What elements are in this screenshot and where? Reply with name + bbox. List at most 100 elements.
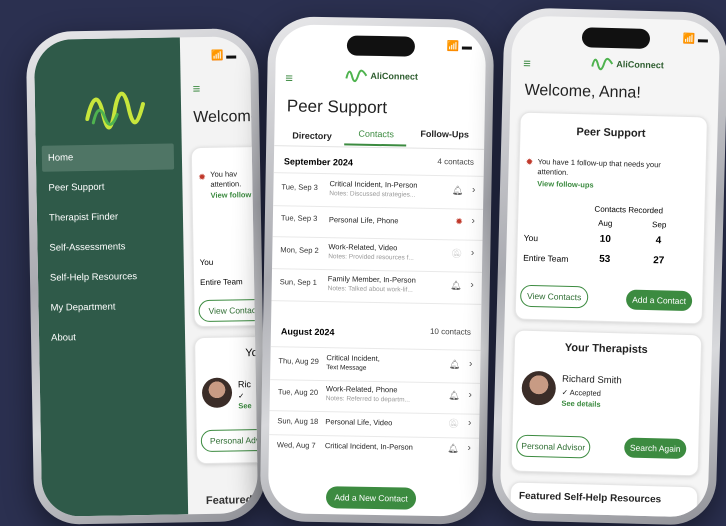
contact-note: Notes: Talked about work-lif... — [327, 285, 413, 294]
tab-directory[interactable]: Directory — [292, 131, 332, 142]
personal-advisor-button[interactable]: Personal Advisor — [515, 434, 591, 459]
contact-title: Work-Related, Video — [328, 242, 398, 253]
team-label: Entire Team — [523, 252, 569, 264]
background-card-2: Yo Ric ✓ See Personal Advisor — [194, 335, 259, 465]
contact-title: Personal Life, Video — [325, 417, 393, 428]
list-item[interactable]: Tue, Aug 20 Work-Related, Phone Notes: R… — [269, 378, 481, 415]
list-item[interactable]: Mon, Sep 2 Work-Related, Video Notes: Pr… — [272, 236, 483, 273]
status-icons: 📶 ▬ — [682, 33, 709, 46]
featured-title: Featured Self-Help Resources — [518, 490, 662, 506]
background-card: ✹ You hav attention. View follow You Ent… — [190, 145, 259, 328]
phone-middle: 📶 ▬ ≡ AliConnect Peer Support Directory … — [259, 16, 495, 525]
therapists-title: Your Therapists — [564, 341, 648, 357]
side-menu: Home Peer Support Therapist Finder Self-… — [33, 37, 189, 517]
bell-off-icon: 🔕︎ — [447, 418, 460, 429]
chevron-right-icon: › — [467, 442, 472, 454]
bell-icon: 🔔︎ — [447, 443, 459, 454]
contact-date: Wed, Aug 7 — [276, 440, 316, 450]
chevron-right-icon: › — [470, 247, 475, 259]
team-label: Entire Team — [200, 277, 243, 288]
menu-icon[interactable]: ≡ — [523, 56, 531, 71]
view-followups-link[interactable]: View follow — [211, 190, 252, 200]
contact-title: Critical Incident, — [326, 353, 380, 364]
menu-item-my-department[interactable]: My Department — [50, 302, 115, 314]
dynamic-island — [581, 27, 651, 49]
bell-icon: 🔔︎ — [448, 359, 461, 370]
team-sep-value: 27 — [653, 255, 665, 267]
you-label: You — [199, 257, 214, 268]
menu-item-self-help-resources[interactable]: Self-Help Resources — [50, 271, 137, 284]
contact-title: Family Member, In-Person — [327, 274, 416, 285]
section-september: September 2024 4 contacts Tue, Sep 3 Cri… — [271, 150, 484, 305]
alarm-icon: ✹ — [455, 216, 463, 227]
contact-date: Tue, Aug 20 — [277, 387, 319, 397]
contact-title: Personal Life, Phone — [328, 215, 399, 226]
phone-middle-screen: 📶 ▬ ≡ AliConnect Peer Support Directory … — [267, 24, 487, 517]
alert-text-2: attention. — [537, 167, 569, 177]
page-title: Peer Support — [286, 96, 388, 118]
therapists-card: Your Therapists Richard Smith ✓ Accepted… — [510, 329, 703, 477]
you-sep-value: 4 — [655, 235, 662, 247]
menu-item-about[interactable]: About — [51, 332, 76, 343]
avatar — [201, 377, 233, 409]
section-month: September 2024 — [283, 156, 354, 168]
alert-text-2: attention. — [210, 179, 242, 189]
contact-note: Notes: Discussed strategies... — [329, 190, 416, 199]
view-contacts-button[interactable]: View Contacts — [198, 298, 259, 323]
alert-icon: ✹ — [198, 171, 206, 183]
bell-icon: 🔔︎ — [450, 280, 462, 291]
chevron-right-icon: › — [467, 417, 472, 429]
list-item[interactable]: Wed, Aug 7 Critical Incident, In-Person … — [269, 434, 480, 470]
therapist-name: Richard Smith — [561, 373, 622, 387]
status-icons: 📶 ▬ — [446, 41, 473, 53]
add-new-contact-button[interactable]: Add a New Contact — [325, 486, 417, 510]
see-details-link[interactable]: See details — [561, 399, 600, 409]
menu-icon[interactable]: ≡ — [285, 70, 293, 85]
app-logo: AliConnect — [345, 67, 418, 84]
add-contact-button[interactable]: Add a Contact — [625, 289, 693, 312]
featured-card: Featured Self-Help Resources — [509, 481, 699, 518]
chevron-right-icon: › — [468, 358, 473, 370]
list-item[interactable]: Tue, Sep 3 Personal Life, Phone ✹ › — [272, 204, 484, 241]
bell-icon: 🔔︎ — [451, 185, 464, 196]
menu-icon[interactable]: ≡ — [193, 81, 201, 96]
section-count: 4 contacts — [437, 157, 474, 167]
section-august: August 2024 10 contacts Thu, Aug 29 Crit… — [269, 320, 481, 454]
alert-icon: ✹ — [525, 156, 534, 167]
chevron-right-icon: › — [471, 184, 476, 196]
contact-date: Tue, Sep 3 — [280, 213, 318, 223]
status-icons: 📶 ▬ — [210, 50, 237, 62]
chevron-right-icon: › — [470, 279, 474, 291]
accepted-status: ✓ Accepted — [561, 387, 602, 398]
chevron-right-icon: › — [471, 215, 475, 227]
menu-item-self-assessments[interactable]: Self-Assessments — [49, 241, 125, 253]
therapist-name: Ric — [237, 379, 251, 390]
bell-icon: 🔔︎ — [448, 390, 460, 401]
list-item[interactable]: Sun, Sep 1 Family Member, In-Person Note… — [271, 268, 482, 305]
alert-text: You hav — [210, 169, 238, 179]
welcome-title: Welcome, Anna! — [524, 81, 641, 102]
contacts-recorded-label: Contacts Recorded — [594, 204, 664, 216]
phone-right-screen: 📶 ▬ ≡ AliConnect Welcome, Anna! Peer Sup… — [499, 15, 721, 518]
contact-date: Sun, Aug 18 — [277, 416, 319, 426]
section-count: 10 contacts — [429, 326, 472, 337]
team-aug-value: 53 — [599, 253, 611, 266]
search-again-button[interactable]: Search Again — [624, 437, 687, 460]
tab-contacts[interactable]: Contacts — [358, 129, 394, 140]
tab-follow-ups[interactable]: Follow-Ups — [420, 129, 469, 140]
contact-date: Sun, Sep 1 — [279, 277, 317, 287]
view-contacts-button[interactable]: View Contacts — [519, 284, 589, 309]
personal-advisor-button[interactable]: Personal Advisor — [200, 428, 259, 453]
contact-title: Work-Related, Phone — [325, 384, 398, 395]
col-aug: Aug — [598, 218, 613, 229]
menu-item-home[interactable]: Home — [48, 152, 74, 163]
app-logo-icon — [345, 69, 368, 83]
see-details-link[interactable]: See — [238, 401, 252, 410]
view-followups-link[interactable]: View follow-ups — [537, 179, 594, 189]
section-month: August 2024 — [280, 326, 335, 338]
peer-support-title: Peer Support — [576, 126, 646, 140]
background-title: Welcome — [193, 107, 259, 127]
chevron-right-icon: › — [468, 389, 472, 401]
menu-item-peer-support[interactable]: Peer Support — [48, 182, 104, 194]
menu-item-therapist-finder[interactable]: Therapist Finder — [49, 211, 118, 223]
